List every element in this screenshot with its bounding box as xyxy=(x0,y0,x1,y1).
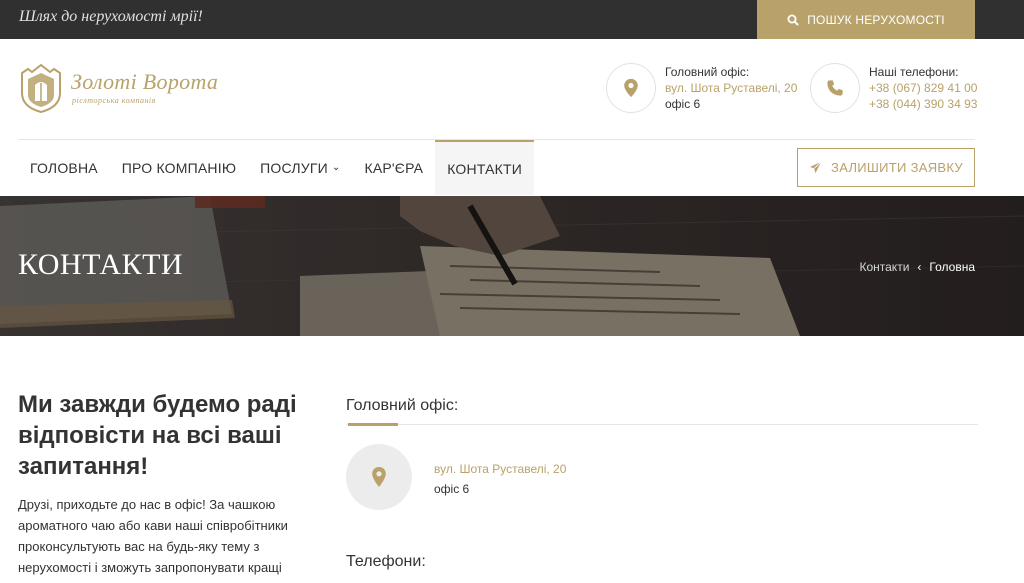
nav-item-about[interactable]: ПРО КОМПАНІЮ xyxy=(110,140,248,195)
nav-item-label: КОНТАКТИ xyxy=(447,160,523,177)
chevron-left-icon: ‹ xyxy=(917,260,922,274)
office-address: вул. Шота Руставелі, 20 офіс 6 xyxy=(434,459,566,499)
nav-item-contacts[interactable]: КОНТАКТИ xyxy=(435,140,535,195)
breadcrumb-home-link[interactable]: Головна xyxy=(929,260,975,274)
header-phone-1[interactable]: +38 (067) 829 41 00 xyxy=(869,80,977,96)
paper-plane-icon xyxy=(809,161,822,174)
header-office-contact: Головний офіс: вул. Шота Руставелі, 20 о… xyxy=(606,63,797,113)
phone-icon xyxy=(827,80,843,96)
nav-item-career[interactable]: КАР'ЄРА xyxy=(353,140,436,195)
header-phones-label: Наші телефони: xyxy=(869,65,959,79)
property-search-button[interactable]: ПОШУК НЕРУХОМОСТІ xyxy=(757,0,975,39)
breadcrumb: Контакти ‹ Головна xyxy=(859,260,975,274)
phones-section-heading: Телефони: xyxy=(346,553,426,570)
intro-paragraph: Друзі, приходьте до нас в офіс! За чашко… xyxy=(18,497,288,575)
phone-icon-circle xyxy=(810,63,860,113)
search-icon xyxy=(787,14,799,26)
main-nav: ГОЛОВНА ПРО КОМПАНІЮ ПОСЛУГИ ⌄ КАР'ЄРА КО… xyxy=(18,140,535,195)
leave-request-label: ЗАЛИШИТИ ЗАЯВКУ xyxy=(831,160,963,175)
nav-item-label: КАР'ЄРА xyxy=(364,159,424,176)
page-hero-banner: КОНТАКТИ Контакти ‹ Головна xyxy=(0,196,1024,336)
office-suite: офіс 6 xyxy=(434,482,470,496)
nav-item-label: ПОСЛУГИ xyxy=(260,159,328,176)
map-pin-icon xyxy=(624,78,638,98)
header-phones-contact: Наші телефони: +38 (067) 829 41 00 +38 (… xyxy=(810,63,977,113)
logo-title: Золоті Ворота xyxy=(71,69,219,94)
top-bar: Шлях до нерухомості мрії! ПОШУК НЕРУХОМО… xyxy=(0,0,1024,39)
office-icon-circle xyxy=(606,63,656,113)
office-heading-underline xyxy=(348,423,398,426)
nav-item-services[interactable]: ПОСЛУГИ ⌄ xyxy=(248,140,352,195)
site-tagline: Шлях до нерухомості мрії! xyxy=(19,8,203,25)
logo-subtitle: рієлторська компанія xyxy=(72,96,156,105)
office-section-divider xyxy=(346,424,978,425)
search-button-label: ПОШУК НЕРУХОМОСТІ xyxy=(807,12,945,27)
nav-item-home[interactable]: ГОЛОВНА xyxy=(18,140,110,195)
gate-emblem-icon xyxy=(21,63,61,113)
header-office-label: Головний офіс: xyxy=(665,65,750,79)
page-title: КОНТАКТИ xyxy=(18,248,184,281)
chevron-down-icon: ⌄ xyxy=(331,162,341,173)
header-office-street: вул. Шота Руставелі, 20 xyxy=(665,81,798,95)
map-pin-icon xyxy=(372,467,386,487)
nav-item-label: ГОЛОВНА xyxy=(30,159,98,176)
header-phone-2[interactable]: +38 (044) 390 34 93 xyxy=(869,96,977,112)
intro-heading: Ми завжди будемо раді відповісти на всі … xyxy=(18,391,297,480)
office-street: вул. Шота Руставелі, 20 xyxy=(434,462,567,476)
company-logo[interactable]: Золоті Ворота рієлторська компанія xyxy=(18,63,218,115)
nav-item-label: ПРО КОМПАНІЮ xyxy=(121,159,237,176)
leave-request-button[interactable]: ЗАЛИШИТИ ЗАЯВКУ xyxy=(797,148,975,187)
header-office-suite: офіс 6 xyxy=(665,97,701,111)
office-section-heading: Головний офіс: xyxy=(346,397,459,414)
breadcrumb-current-page: Контакти xyxy=(859,260,910,274)
office-address-icon-circle xyxy=(346,444,412,510)
